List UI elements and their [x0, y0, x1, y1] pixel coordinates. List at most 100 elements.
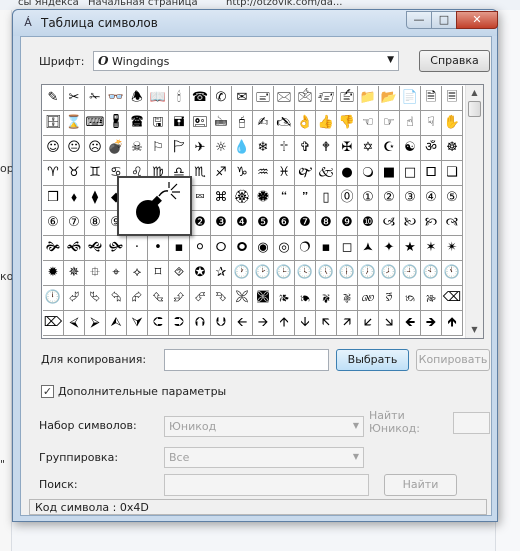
symbol-cell[interactable]: ❽: [316, 211, 337, 236]
symbol-cell[interactable]: 🙫: [253, 286, 274, 311]
symbol-cell[interactable]: 🙪: [232, 286, 253, 311]
symbol-cell[interactable]: ✶: [421, 236, 442, 261]
symbol-cell[interactable]: ●: [337, 161, 358, 186]
symbol-cell[interactable]: ◉: [253, 236, 274, 261]
symbol-cell[interactable]: 🕚: [442, 261, 463, 286]
symbol-cell[interactable]: ⮰: [64, 286, 85, 311]
symbol-cell[interactable]: 🞈: [232, 236, 253, 261]
symbol-cell[interactable]: 🡺: [421, 311, 442, 336]
symbol-cell[interactable]: 🕖: [358, 261, 379, 286]
symbol-cell[interactable]: 🡯: [358, 311, 379, 336]
symbol-cell[interactable]: 🗄: [43, 111, 64, 136]
symbol-cell[interactable]: ⮹: [190, 186, 211, 211]
symbol-cell[interactable]: 🔿: [295, 236, 316, 261]
symbol-cell[interactable]: 🕔: [316, 261, 337, 286]
symbol-cell[interactable]: 🕕: [337, 261, 358, 286]
symbol-cell[interactable]: ☞: [379, 111, 400, 136]
maximize-button[interactable]: □: [431, 11, 457, 29]
symbol-cell[interactable]: ♑: [232, 161, 253, 186]
symbol-cell[interactable]: 🞆: [211, 236, 232, 261]
scroll-thumb[interactable]: [468, 101, 481, 117]
symbol-cell[interactable]: ✴: [442, 236, 463, 261]
copy-text-field[interactable]: [164, 349, 329, 371]
symbol-cell[interactable]: 🡭: [337, 311, 358, 336]
symbol-cell[interactable]: ✁: [85, 86, 106, 111]
symbol-cell[interactable]: ⌨: [85, 111, 106, 136]
symbol-cell[interactable]: 🙜: [64, 236, 85, 261]
symbol-cell[interactable]: ⌖: [106, 261, 127, 286]
symbol-cell[interactable]: ✎: [43, 86, 64, 111]
symbol-cell[interactable]: 📄: [400, 86, 421, 111]
symbol-cell[interactable]: 🏵: [232, 186, 253, 211]
symbol-cell[interactable]: 🖂: [274, 86, 295, 111]
symbol-cell[interactable]: ⯑: [169, 261, 190, 286]
symbol-cell[interactable]: ✞: [295, 136, 316, 161]
symbol-cell[interactable]: ★: [400, 236, 421, 261]
scroll-up-arrow-icon[interactable]: ▲: [466, 85, 483, 101]
symbol-cell[interactable]: ♈: [43, 161, 64, 186]
symbol-cell[interactable]: ☠: [127, 136, 148, 161]
symbol-cell[interactable]: ✹: [43, 261, 64, 286]
symbol-cell[interactable]: 🙵: [316, 161, 337, 186]
symbol-cell[interactable]: ☹: [85, 136, 106, 161]
symbol-cell[interactable]: 🕘: [400, 261, 421, 286]
symbol-cell[interactable]: ⑦: [64, 211, 85, 236]
symbol-cell[interactable]: ◎: [274, 236, 295, 261]
symbol-cell[interactable]: ⑤: [442, 186, 463, 211]
symbol-cell[interactable]: 🗏: [442, 86, 463, 111]
symbol-cell[interactable]: ♉: [64, 161, 85, 186]
symbol-cell[interactable]: 🡸: [400, 311, 421, 336]
symbol-cell[interactable]: ☟: [421, 111, 442, 136]
symbol-cell[interactable]: 🙐: [358, 286, 379, 311]
find-unicode-field[interactable]: [453, 412, 490, 434]
symbol-cell[interactable]: ⯐: [85, 261, 106, 286]
symbol-cell[interactable]: 🖅: [316, 86, 337, 111]
symbol-cell[interactable]: ⮋: [211, 311, 232, 336]
symbol-cell[interactable]: ☎: [190, 86, 211, 111]
symbol-cell[interactable]: ✵: [64, 261, 85, 286]
symbol-cell[interactable]: ♏: [190, 161, 211, 186]
symbol-cell[interactable]: ▪: [316, 236, 337, 261]
bookmark-item[interactable]: http://otzovik.com/da...: [226, 0, 342, 8]
symbol-cell[interactable]: 🙕: [274, 286, 295, 311]
symbol-cell[interactable]: 👎: [337, 111, 358, 136]
symbol-cell[interactable]: ■: [379, 161, 400, 186]
symbol-cell[interactable]: ✦: [379, 236, 400, 261]
symbol-cell[interactable]: ③: [400, 186, 421, 211]
symbol-cell[interactable]: ⌘: [211, 186, 232, 211]
symbol-cell[interactable]: ⮴: [148, 286, 169, 311]
symbol-cell[interactable]: ·: [127, 236, 148, 261]
symbol-cell[interactable]: 🡩: [274, 311, 295, 336]
symbol-cell[interactable]: 🕯: [169, 86, 190, 111]
symbol-cell[interactable]: ◻: [337, 236, 358, 261]
symbol-cell[interactable]: ✉: [232, 86, 253, 111]
symbol-cell[interactable]: ⮱: [85, 286, 106, 311]
symbol-cell[interactable]: 🙒: [400, 286, 421, 311]
symbol-cell[interactable]: ✍: [253, 111, 274, 136]
symbol-cell[interactable]: 🙷: [295, 186, 316, 211]
symbol-cell[interactable]: 🙝: [85, 236, 106, 261]
symbol-cell[interactable]: ❾: [337, 211, 358, 236]
symbol-cell[interactable]: 🏱: [169, 136, 190, 161]
symbol-cell[interactable]: 📂: [379, 86, 400, 111]
symbol-cell[interactable]: ✪: [190, 261, 211, 286]
symbol-cell[interactable]: 🙡: [421, 211, 442, 236]
close-button[interactable]: ✕: [456, 11, 498, 29]
symbol-cell[interactable]: 🖯: [232, 111, 253, 136]
symbol-cell[interactable]: 💧: [232, 136, 253, 161]
symbol-cell[interactable]: ▯: [316, 186, 337, 211]
help-button[interactable]: Справка: [419, 50, 490, 72]
symbol-cell[interactable]: ⮲: [106, 286, 127, 311]
symbol-cell[interactable]: ❷: [190, 211, 211, 236]
symbol-cell[interactable]: 🖭: [190, 111, 211, 136]
symbol-cell[interactable]: ▪: [169, 236, 190, 261]
symbol-cell[interactable]: 🕭: [127, 86, 148, 111]
symbol-cell[interactable]: ✠: [337, 136, 358, 161]
symbol-cell[interactable]: ॐ: [421, 136, 442, 161]
symbol-cell[interactable]: 🙓: [421, 286, 442, 311]
symbol-cell[interactable]: 🡪: [253, 311, 274, 336]
symbol-cell[interactable]: 🙢: [379, 211, 400, 236]
symbol-cell[interactable]: □: [400, 161, 421, 186]
scroll-down-arrow-icon[interactable]: ▼: [466, 322, 483, 338]
symbol-cell[interactable]: ⌫: [442, 286, 463, 311]
